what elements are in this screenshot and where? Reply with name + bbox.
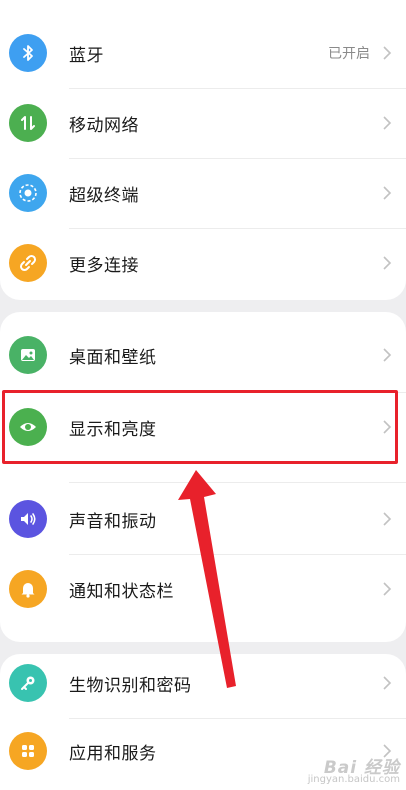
watermark: Bai 经验 jingyan.baidu.com [307,758,400,786]
watermark-brand: Bai 经验 [323,758,400,778]
annotation-arrow-icon [178,470,236,688]
watermark-url: jingyan.baidu.com [307,774,400,785]
